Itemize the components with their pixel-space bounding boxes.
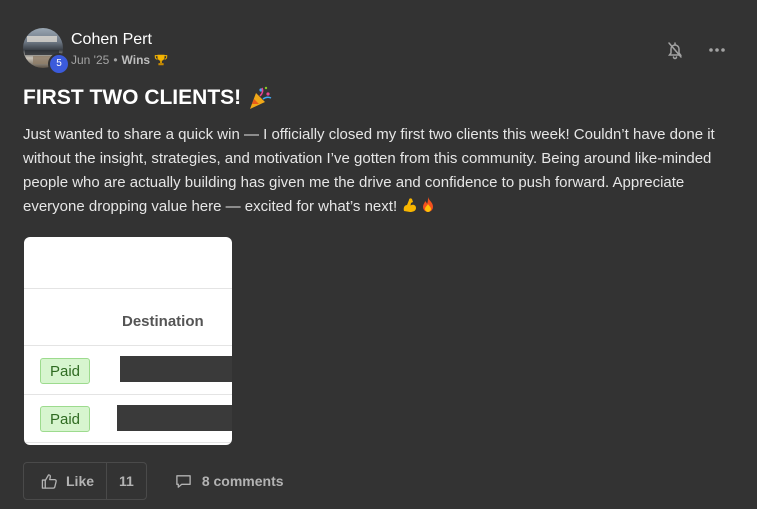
table-divider xyxy=(24,288,232,289)
post-actions: Like 11 8 comments xyxy=(23,462,284,500)
redacted-value xyxy=(117,405,232,431)
post-meta: Jun '25 • Wins xyxy=(71,53,168,67)
post-date[interactable]: Jun '25 xyxy=(71,53,109,67)
like-count[interactable]: 11 xyxy=(107,473,146,489)
like-button-group: Like 11 xyxy=(23,462,147,500)
meta-separator: • xyxy=(113,53,118,67)
post-title: FIRST TWO CLIENTS! xyxy=(23,86,242,109)
table-column-header: Destination xyxy=(122,313,204,330)
level-badge: 5 xyxy=(48,53,70,75)
trophy-icon xyxy=(154,54,168,66)
comment-icon xyxy=(176,474,191,488)
author-name[interactable]: Cohen Pert xyxy=(71,31,152,49)
table-divider xyxy=(24,442,232,443)
table-divider xyxy=(24,394,232,395)
comments-button[interactable]: 8 comments xyxy=(175,473,284,490)
attachment-image[interactable]: Destination Paid Paid xyxy=(24,237,232,445)
fire-icon xyxy=(423,197,434,212)
post-body: Just wanted to share a quick win — I off… xyxy=(23,123,743,219)
post-title-row: FIRST TWO CLIENTS! xyxy=(23,85,273,111)
author-avatar-container[interactable]: 5 xyxy=(23,28,70,75)
table-divider xyxy=(24,345,232,346)
post-top-actions xyxy=(665,40,727,60)
flexed-biceps-icon xyxy=(404,198,417,212)
post-body-text: Just wanted to share a quick win — I off… xyxy=(23,126,715,215)
like-button[interactable]: Like xyxy=(24,463,108,499)
redacted-value xyxy=(120,356,232,382)
like-label: Like xyxy=(66,473,95,489)
paid-badge: Paid xyxy=(40,406,90,432)
comments-label: 8 comments xyxy=(201,473,284,489)
post-category[interactable]: Wins xyxy=(122,53,151,67)
thumbs-up-icon xyxy=(41,473,57,489)
more-options-icon[interactable] xyxy=(707,40,727,60)
paid-badge: Paid xyxy=(40,358,90,384)
party-popper-icon xyxy=(250,86,272,109)
bell-off-icon[interactable] xyxy=(665,40,685,60)
